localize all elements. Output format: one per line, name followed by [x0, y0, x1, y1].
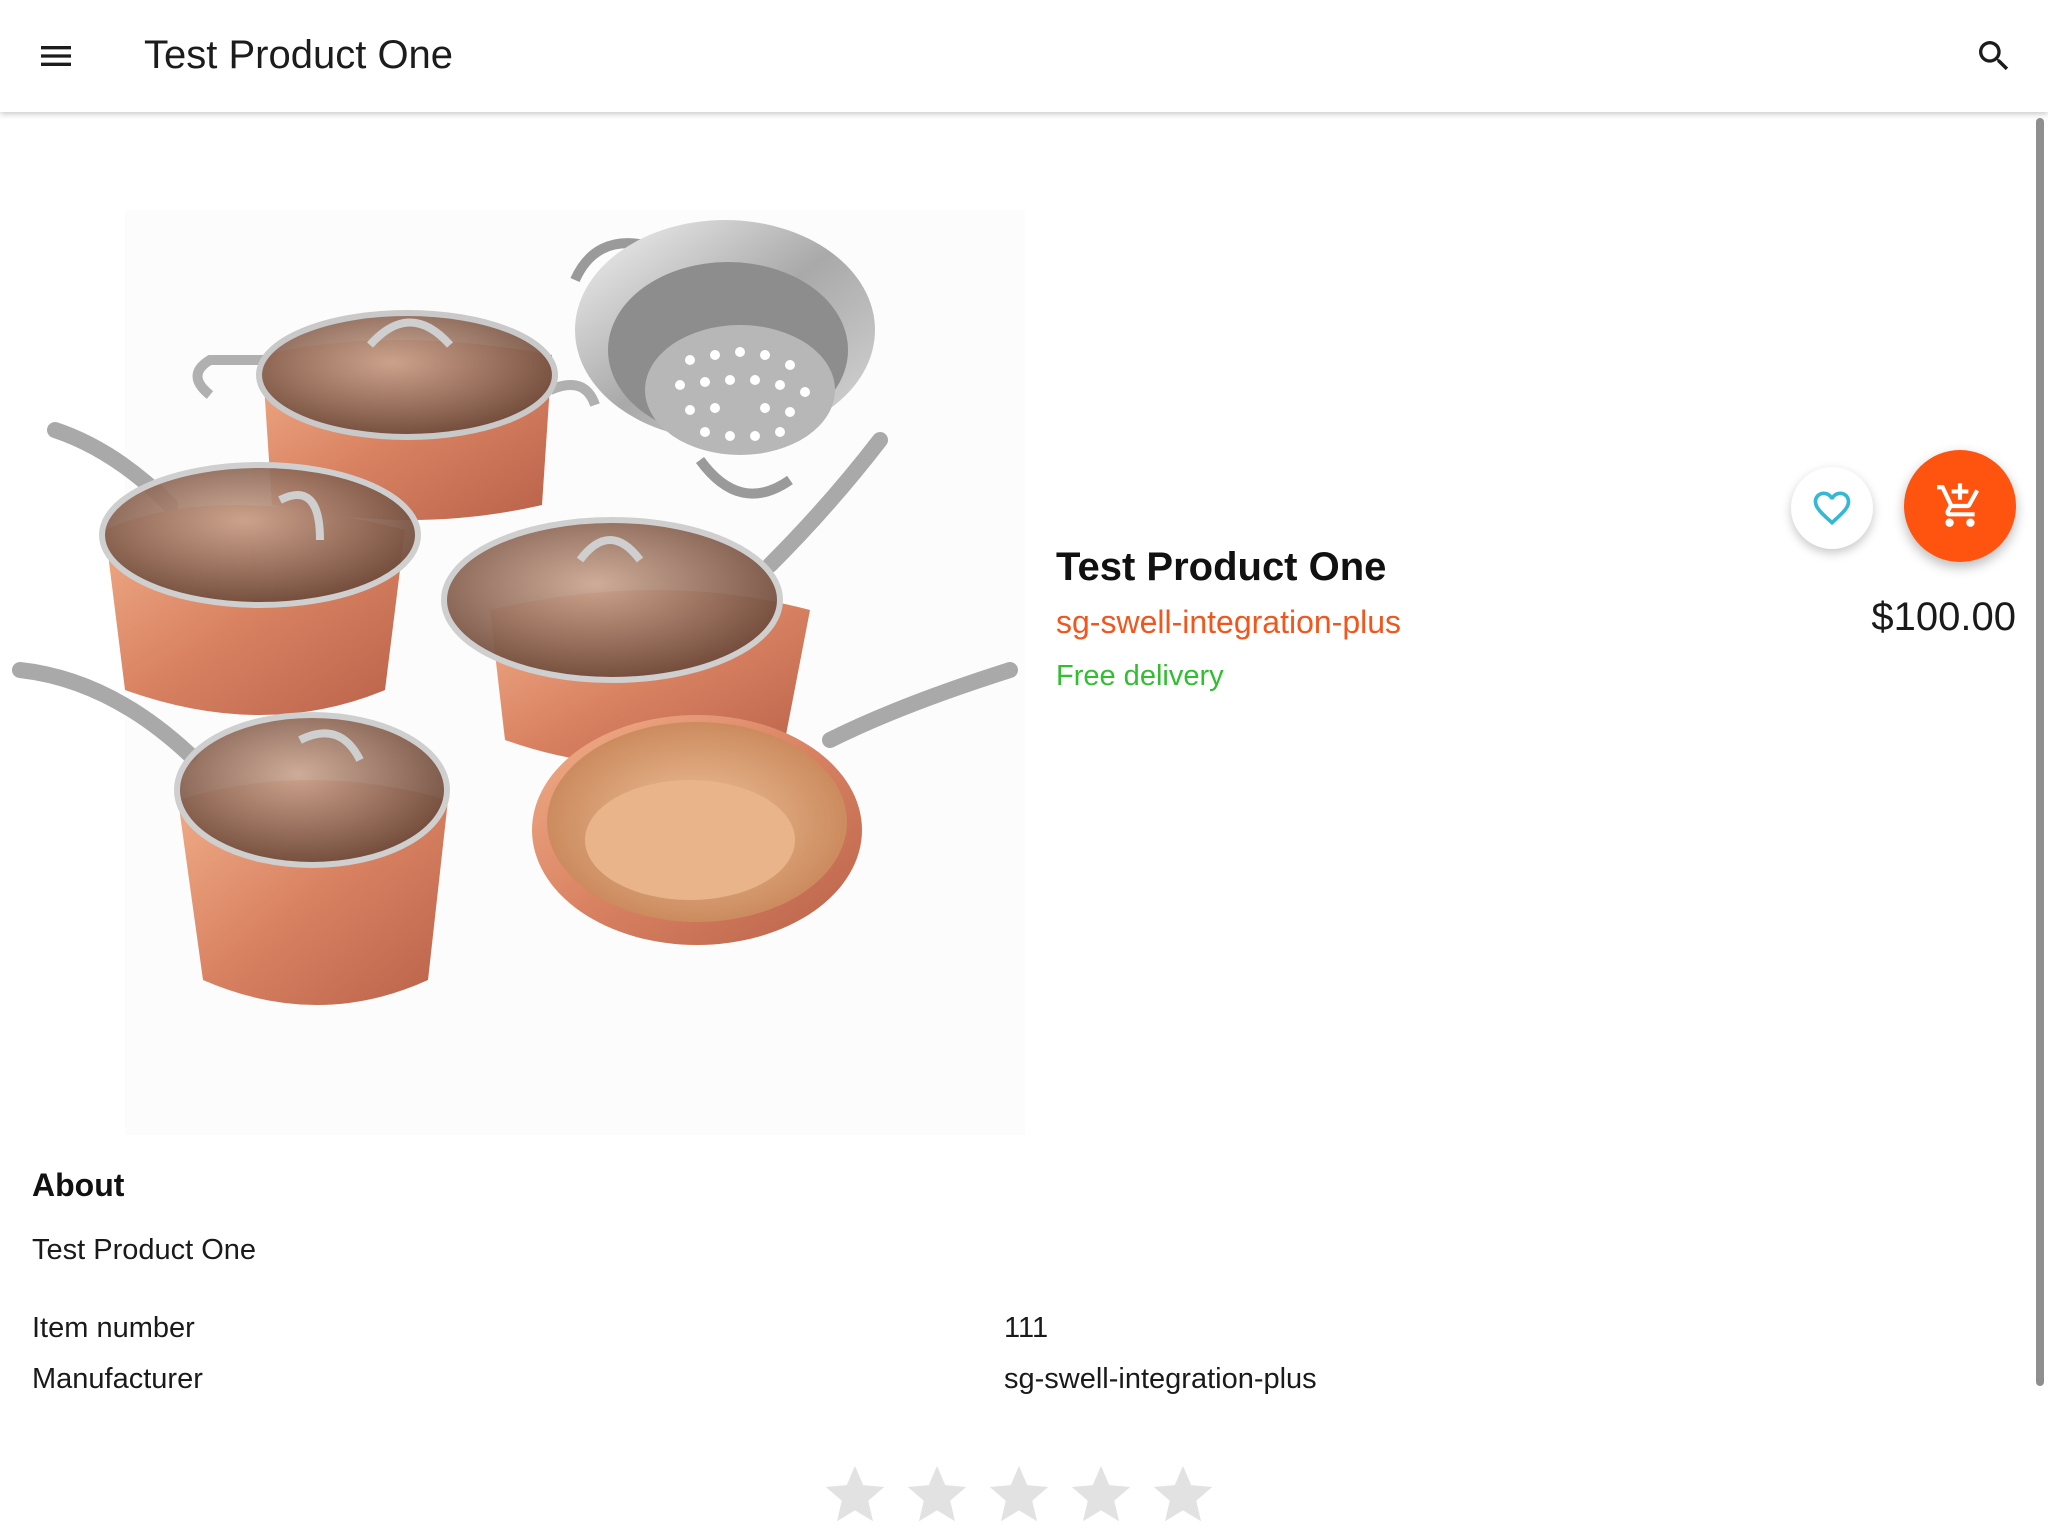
product-image	[0, 200, 1040, 1140]
rating-stars[interactable]	[820, 1460, 1218, 1530]
add-shopping-cart-icon	[1937, 483, 1980, 527]
scrollbar[interactable]	[2028, 112, 2048, 1536]
star-1[interactable]	[820, 1460, 890, 1530]
favorite-button[interactable]	[1791, 467, 1873, 549]
search-icon	[1979, 41, 2009, 71]
heart-outline-icon	[1813, 491, 1851, 526]
star-5[interactable]	[1148, 1460, 1218, 1530]
spec-label-manufacturer: Manufacturer	[32, 1363, 203, 1395]
star-icon	[907, 1465, 967, 1522]
search-button[interactable]	[1964, 26, 2024, 86]
star-icon	[825, 1465, 885, 1522]
delivery-info: Free delivery	[1056, 660, 1224, 692]
product-price: $100.00	[1871, 595, 2016, 639]
star-3[interactable]	[984, 1460, 1054, 1530]
product-name: Test Product One	[1056, 545, 1387, 589]
cookware-illustration	[12, 210, 1025, 1135]
page-title: Test Product One	[144, 33, 454, 77]
about-heading: About	[32, 1167, 125, 1203]
add-to-cart-button[interactable]	[1904, 450, 2016, 562]
about-description: Test Product One	[32, 1234, 257, 1266]
spec-value-item-number: 111	[1004, 1312, 1049, 1344]
menu-button[interactable]	[26, 26, 86, 86]
spec-value-manufacturer: sg-swell-integration-plus	[1004, 1363, 1317, 1395]
star-icon	[1071, 1465, 1131, 1522]
star-icon	[989, 1465, 1049, 1522]
star-4[interactable]	[1066, 1460, 1136, 1530]
spec-label-item-number: Item number	[32, 1312, 195, 1344]
scrollbar-thumb[interactable]	[2036, 118, 2044, 1386]
star-icon	[1153, 1465, 1213, 1522]
product-vendor-link[interactable]: sg-swell-integration-plus	[1056, 600, 1401, 644]
star-2[interactable]	[902, 1460, 972, 1530]
app-bar: Test Product One	[0, 0, 2048, 112]
menu-icon	[41, 46, 71, 66]
